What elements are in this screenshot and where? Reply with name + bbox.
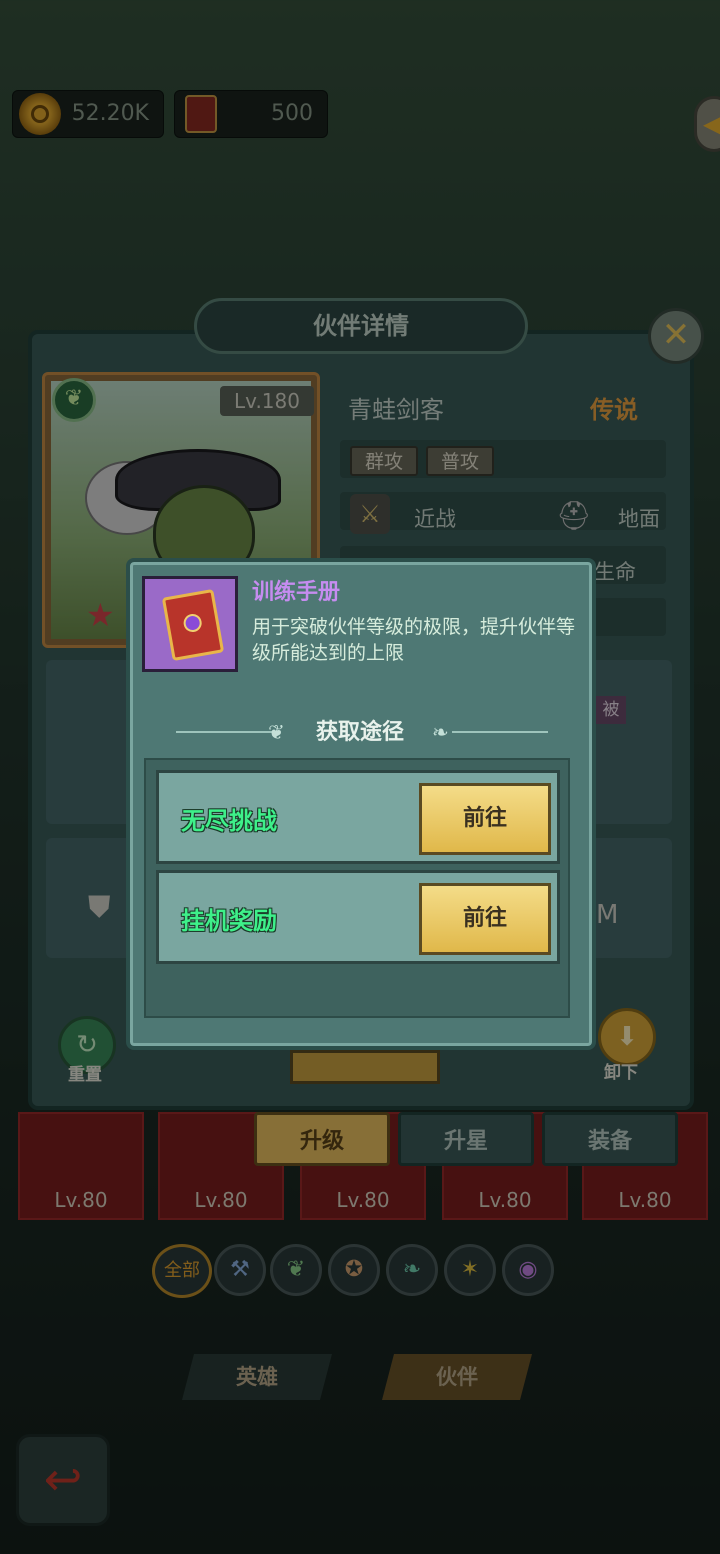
goto-button[interactable]: 前往: [419, 783, 551, 855]
item-icon-frame: [142, 576, 238, 672]
goto-button[interactable]: 前往: [419, 883, 551, 955]
divider-right: [452, 731, 548, 733]
divider-left: [176, 731, 276, 733]
source-row: 无尽挑战 前往: [156, 770, 560, 864]
source-title: 获取途径: [315, 720, 404, 745]
ornament-left-icon: ❦: [268, 720, 285, 744]
training-manual-icon: [161, 588, 225, 662]
source-name: 挂机奖励: [181, 907, 277, 935]
ornament-right-icon: ❧: [432, 720, 449, 744]
item-name: 训练手册: [252, 580, 341, 605]
item-description: 用于突破伙伴等级的极限，提升伙伴等级所能达到的上限: [252, 616, 576, 664]
source-name: 无尽挑战: [181, 807, 277, 835]
source-row: 挂机奖励 前往: [156, 870, 560, 964]
